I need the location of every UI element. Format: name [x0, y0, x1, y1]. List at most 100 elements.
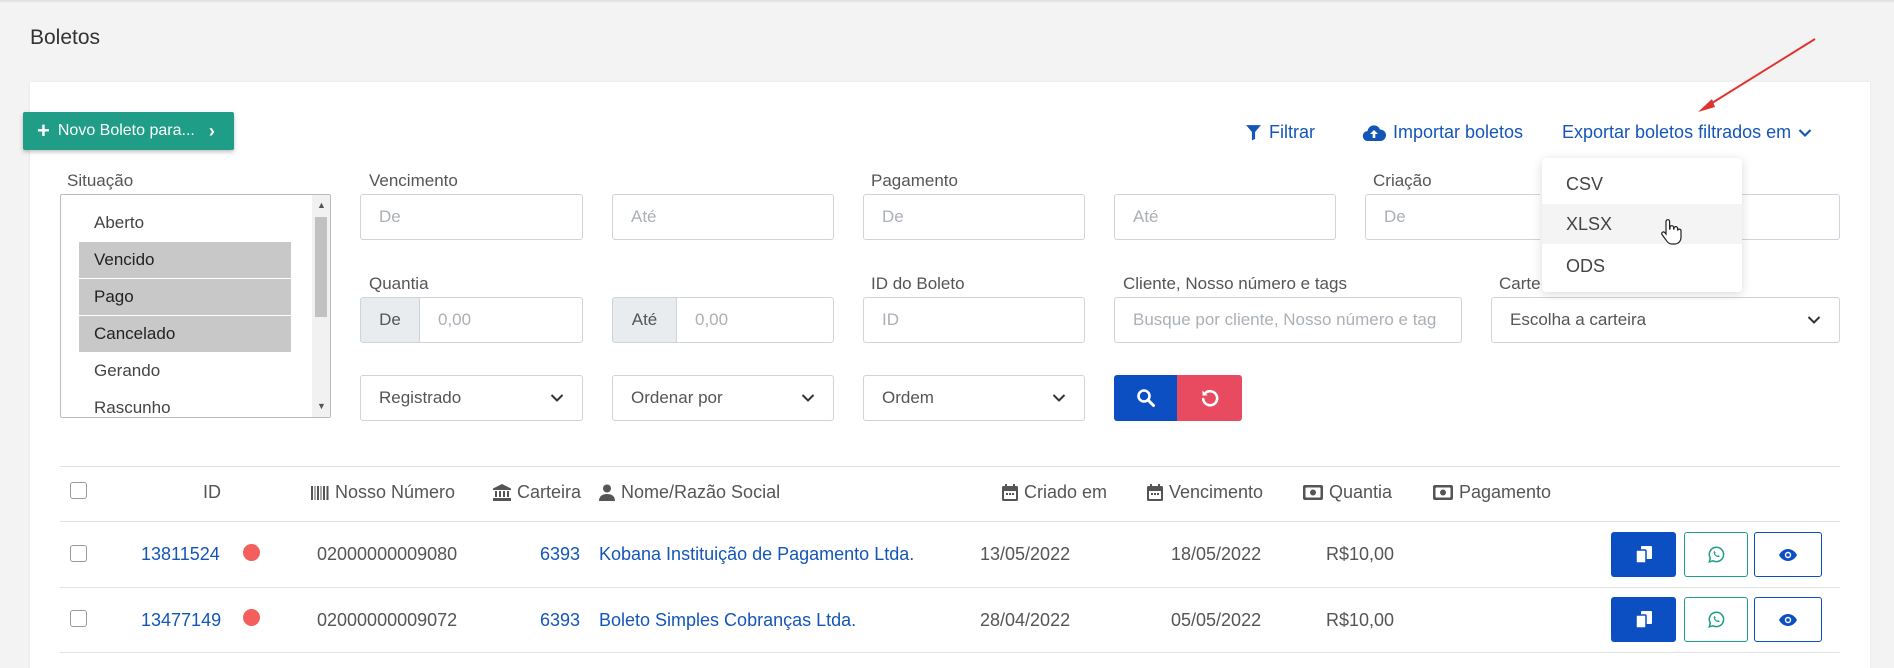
import-link[interactable]: Importar boletos [1362, 122, 1523, 143]
id-label: ID do Boleto [871, 274, 965, 293]
copy-button[interactable] [1611, 532, 1676, 577]
ordenar-select[interactable]: Ordenar por [612, 375, 834, 421]
status-dot [243, 544, 260, 561]
header-id[interactable]: ID [203, 482, 221, 503]
money-icon [1433, 485, 1453, 500]
header-pagamento[interactable]: Pagamento [1433, 482, 1551, 503]
status-dot [243, 609, 260, 626]
header-carteira-label: Carteira [517, 482, 582, 502]
table-row-border [60, 587, 1840, 588]
page-title: Boletos [30, 26, 101, 49]
row-quantia: R$10,00 [1326, 544, 1395, 564]
table-header-border [60, 521, 1840, 522]
row-vencimento: 18/05/2022 [1171, 544, 1262, 564]
header-criado[interactable]: Criado em [1002, 482, 1107, 503]
row-carteira-link[interactable]: 6393 [540, 610, 580, 631]
row-criado: 13/05/2022 [980, 544, 1071, 564]
row-checkbox[interactable] [70, 545, 87, 562]
export-dropdown-toggle[interactable]: Exportar boletos filtrados em [1562, 122, 1812, 143]
pagamento-to-input[interactable]: Até [1114, 194, 1336, 240]
filter-icon [1246, 125, 1261, 141]
vencimento-to-input[interactable]: Até [612, 194, 834, 240]
copy-icon [1635, 546, 1652, 563]
whatsapp-icon [1707, 546, 1724, 563]
header-nome[interactable]: Nome/Razão Social [599, 482, 780, 503]
new-boleto-label: Novo Boleto para... [57, 122, 195, 139]
scroll-down-icon[interactable]: ▼ [317, 401, 326, 411]
cliente-search-input[interactable]: Busque por cliente, Nosso número e tag [1114, 297, 1462, 343]
situacao-option[interactable]: Cancelado [79, 316, 291, 352]
select-all-checkbox[interactable] [70, 482, 87, 499]
carteira-label: Carte [1499, 274, 1541, 293]
header-quantia[interactable]: Quantia [1303, 482, 1392, 503]
registrado-select[interactable]: Registrado [360, 375, 583, 421]
pagamento-from-input[interactable]: De [863, 194, 1085, 240]
ordem-select-value: Ordem [882, 388, 934, 407]
import-label: Importar boletos [1393, 122, 1524, 142]
header-nosso-numero-label: Nosso Número [335, 482, 456, 502]
situacao-option[interactable]: Pago [79, 279, 291, 315]
criacao-to-input[interactable] [1742, 194, 1840, 240]
filter-link[interactable]: Filtrar [1245, 122, 1315, 143]
situacao-option[interactable]: Vencido [79, 242, 291, 278]
header-nosso-numero[interactable]: Nosso Número [311, 482, 455, 503]
header-carteira[interactable]: Carteira [493, 482, 581, 503]
row-nosso-numero: 02000000009080 [317, 544, 458, 564]
situacao-option[interactable]: Aberto [79, 205, 291, 241]
criacao-label: Criação [1373, 171, 1432, 190]
id-input[interactable]: ID [863, 297, 1085, 343]
export-option-ods[interactable]: ODS [1542, 246, 1742, 286]
pagamento-label: Pagamento [871, 171, 958, 190]
quantia-from-input[interactable]: 0,00 [419, 297, 583, 343]
eye-icon [1779, 548, 1797, 561]
quantia-to-input[interactable]: 0,00 [676, 297, 834, 343]
reset-button[interactable] [1177, 375, 1242, 421]
copy-icon [1635, 611, 1652, 628]
money-icon [1303, 485, 1323, 500]
quantia-label: Quantia [369, 274, 429, 293]
table-row-border [60, 652, 1840, 653]
row-id-link[interactable]: 13811524 [141, 544, 220, 565]
bank-icon [493, 484, 511, 501]
carteira-select[interactable]: Escolha a carteira [1491, 297, 1840, 343]
row-nome-link[interactable]: Boleto Simples Cobranças Ltda. [599, 610, 856, 631]
situacao-listbox[interactable]: Aberto Vencido Pago Cancelado Gerando Ra… [60, 194, 331, 418]
chevron-down-icon [550, 394, 564, 402]
undo-icon [1201, 389, 1218, 407]
whatsapp-button[interactable] [1684, 597, 1748, 642]
registrado-select-value: Registrado [379, 388, 462, 407]
listbox-scrollbar[interactable]: ▲ ▼ [312, 195, 330, 417]
chevron-down-icon [1798, 128, 1812, 137]
whatsapp-button[interactable] [1684, 532, 1748, 577]
view-button[interactable] [1754, 532, 1822, 577]
vencimento-from-input[interactable]: De [360, 194, 583, 240]
quantia-to-addon: Até [612, 297, 677, 343]
barcode-icon [311, 485, 329, 500]
ordem-select[interactable]: Ordem [863, 375, 1085, 421]
filter-label: Filtrar [1269, 122, 1315, 142]
header-criado-label: Criado em [1024, 482, 1108, 502]
view-button[interactable] [1754, 597, 1822, 642]
quantia-from-addon: De [360, 297, 420, 343]
user-icon [599, 484, 615, 501]
situacao-option[interactable]: Gerando [79, 353, 291, 389]
row-checkbox[interactable] [70, 610, 87, 627]
row-nome-link[interactable]: Kobana Instituição de Pagamento Ltda. [599, 544, 914, 565]
row-id-link[interactable]: 13477149 [141, 610, 221, 631]
scroll-up-icon[interactable]: ▲ [317, 200, 326, 210]
situacao-label: Situação [67, 171, 134, 190]
situacao-option[interactable]: Rascunho [79, 390, 291, 417]
chevron-down-icon [1807, 316, 1821, 324]
search-icon [1137, 389, 1155, 407]
criacao-from-input[interactable]: De [1365, 194, 1540, 240]
scrollbar-thumb[interactable] [315, 217, 327, 317]
copy-button[interactable] [1611, 597, 1676, 642]
header-vencimento[interactable]: Vencimento [1147, 482, 1263, 503]
calendar-icon [1147, 484, 1163, 501]
row-carteira-link[interactable]: 6393 [540, 544, 580, 565]
export-option-csv[interactable]: CSV [1542, 164, 1742, 204]
search-button[interactable] [1114, 375, 1178, 421]
export-label: Exportar boletos filtrados em [1562, 122, 1792, 142]
new-boleto-button[interactable]: + Novo Boleto para... › [23, 112, 234, 150]
export-option-xlsx[interactable]: XLSX [1542, 204, 1742, 244]
